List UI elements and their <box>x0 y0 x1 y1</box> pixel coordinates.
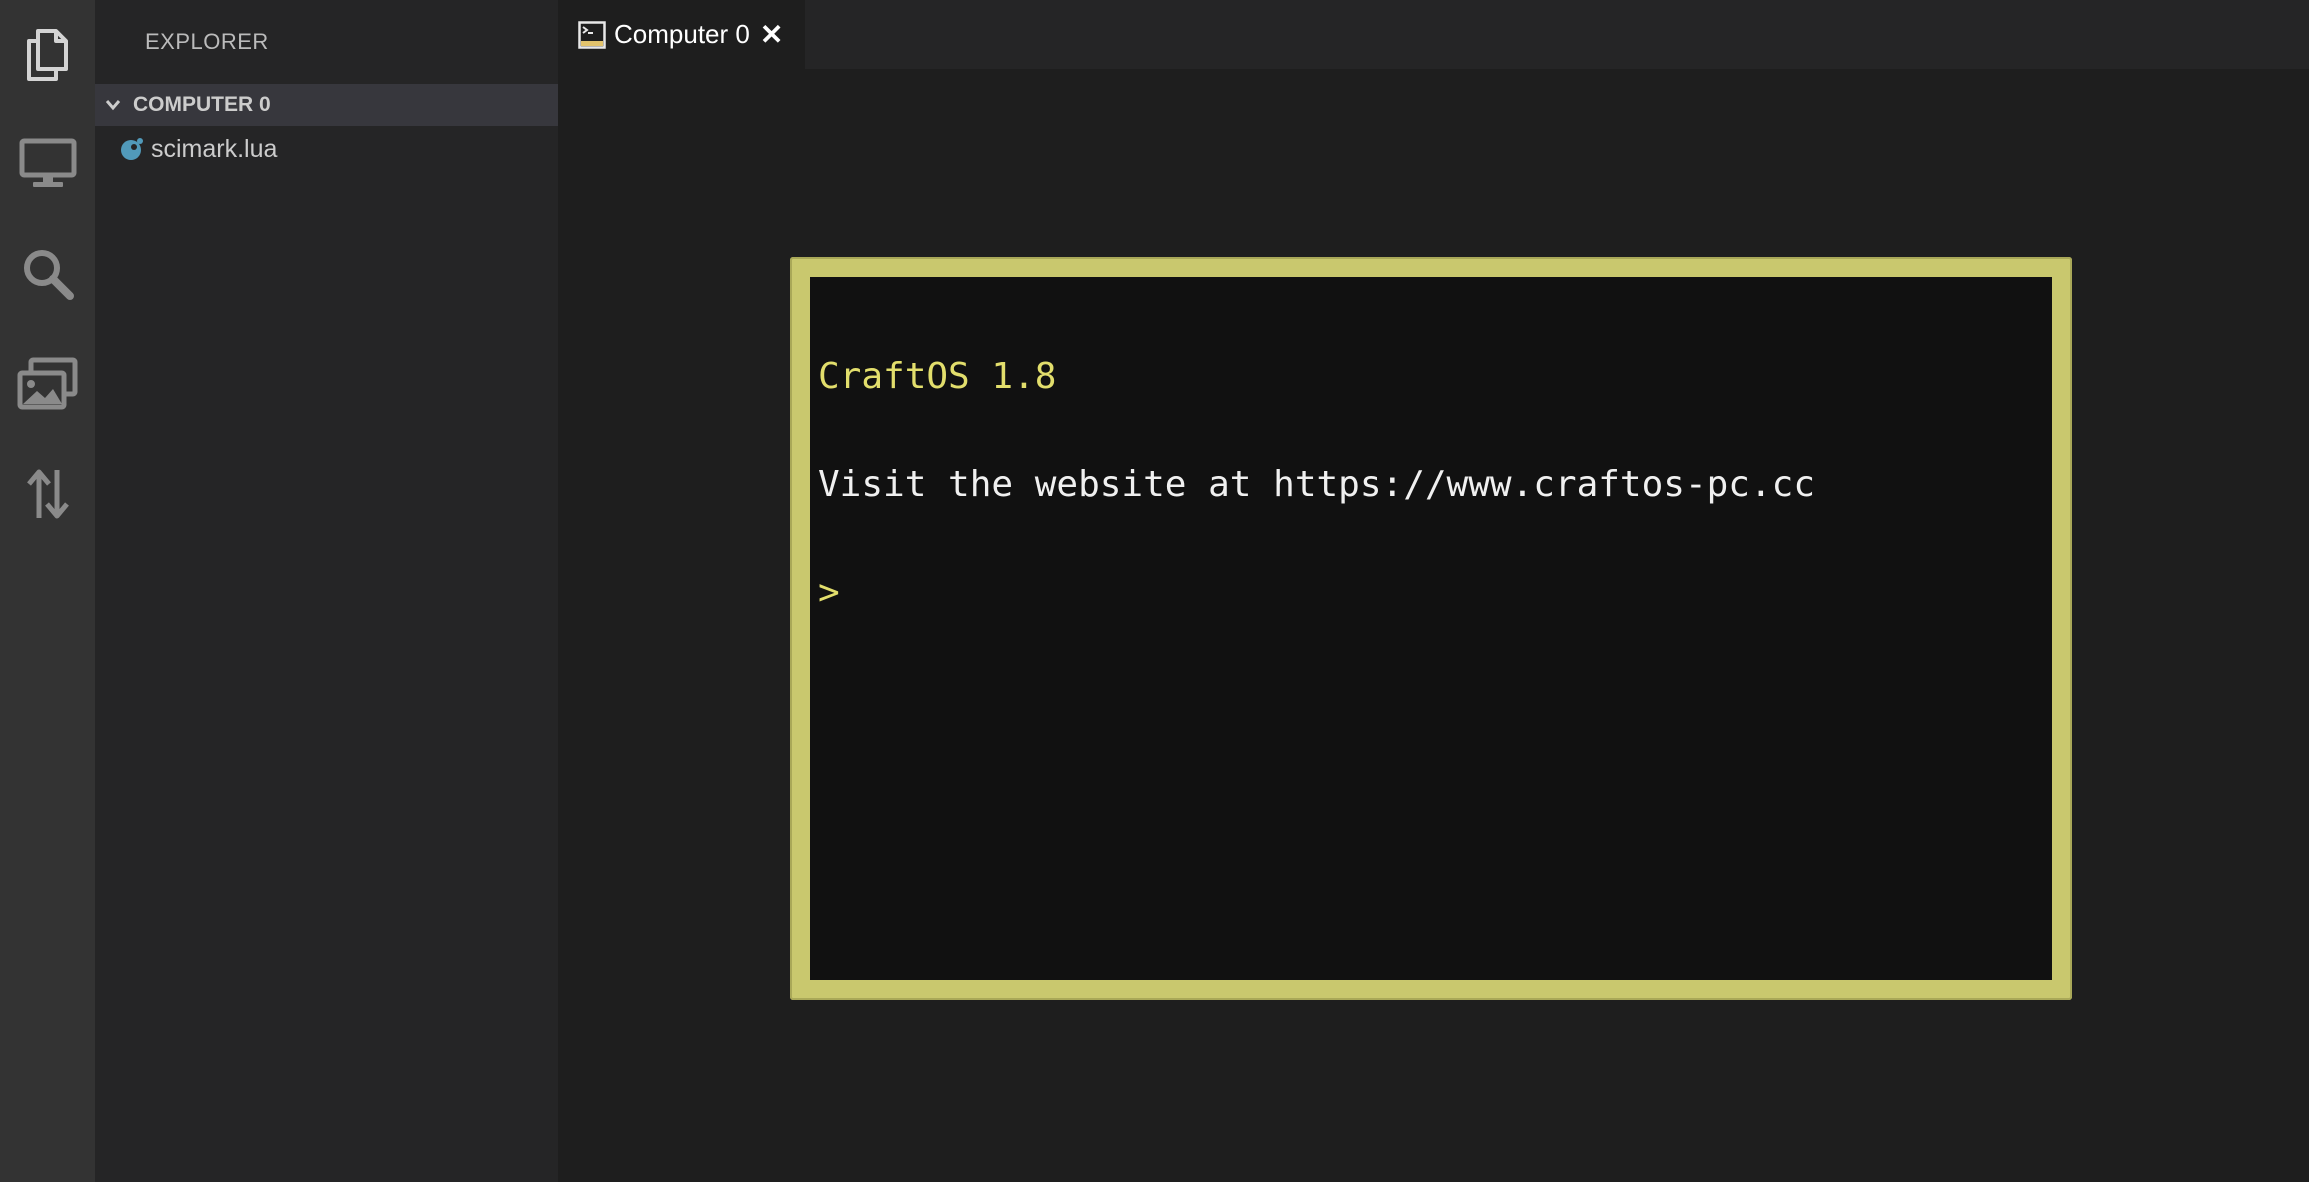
computer-section-header[interactable]: COMPUTER 0 <box>95 84 558 126</box>
app-window: EXPLORER COMPUTER 0 scimark.lua Computer… <box>0 0 2309 1182</box>
search-icon[interactable] <box>16 242 80 306</box>
tab-bar: Computer 0 ✕ <box>558 0 2309 69</box>
tab-computer-0[interactable]: Computer 0 ✕ <box>558 0 806 69</box>
transfer-icon[interactable] <box>16 462 80 526</box>
terminal-prompt: > <box>818 572 840 613</box>
tab-label: Computer 0 <box>614 19 750 49</box>
sidebar-title: EXPLORER <box>145 29 269 54</box>
terminal-line-version: CraftOS 1.8 <box>818 356 1057 397</box>
editor-area: Computer 0 ✕ CraftOS 1.8 Visit the websi… <box>558 0 2309 1182</box>
file-item-scimark[interactable]: scimark.lua <box>95 126 558 172</box>
explorer-sidebar: EXPLORER COMPUTER 0 scimark.lua <box>95 0 558 1182</box>
images-icon[interactable] <box>16 352 80 416</box>
file-name: scimark.lua <box>151 134 278 163</box>
terminal-frame: CraftOS 1.8 Visit the website at https:/… <box>790 257 2072 1000</box>
terminal-line-website: Visit the website at https://www.craftos… <box>818 464 1815 505</box>
files-icon[interactable] <box>16 22 80 86</box>
activity-bar <box>0 0 95 1182</box>
terminal-screen[interactable]: CraftOS 1.8 Visit the website at https:/… <box>810 277 2052 980</box>
terminal-icon <box>578 20 606 49</box>
chevron-down-icon <box>103 95 123 115</box>
lua-file-icon <box>119 136 145 162</box>
monitor-icon[interactable] <box>16 132 80 196</box>
section-label: COMPUTER 0 <box>133 93 271 116</box>
close-icon[interactable]: ✕ <box>760 20 783 49</box>
